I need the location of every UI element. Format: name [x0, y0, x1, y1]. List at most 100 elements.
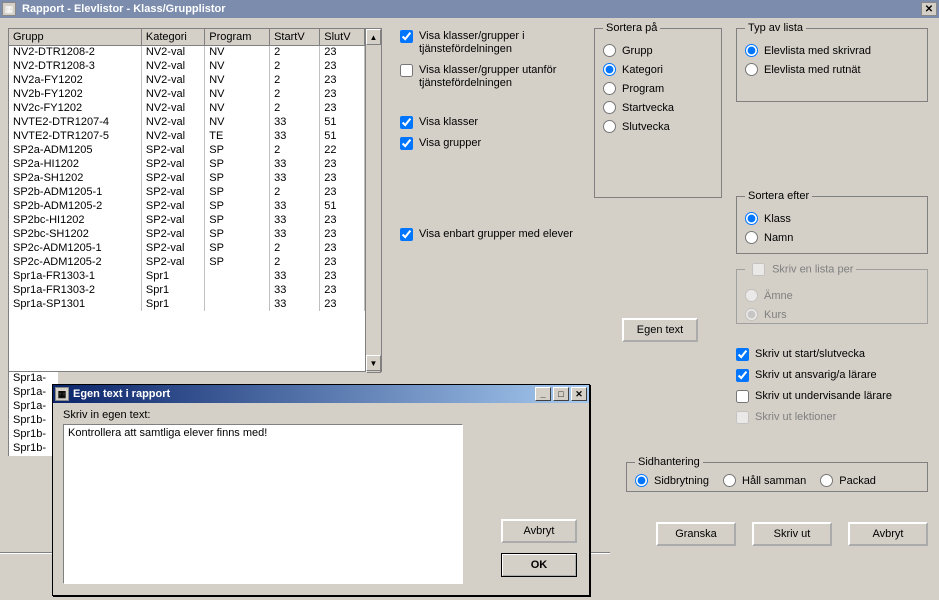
table-row[interactable]: NV2-DTR1208-2NV2-valNV223	[9, 45, 365, 59]
checkbox[interactable]	[400, 64, 413, 77]
table-row[interactable]: SP2a-SH1202SP2-valSP3323	[9, 171, 365, 185]
cell: TE	[205, 129, 270, 143]
radio[interactable]	[603, 120, 616, 133]
checkbox[interactable]	[736, 369, 749, 382]
table-row[interactable]: NVTE2-DTR1207-4NV2-valNV3351	[9, 115, 365, 129]
table-row[interactable]: SP2c-ADM1205-1SP2-valSP223	[9, 241, 365, 255]
checkbox[interactable]	[400, 228, 413, 241]
egen-text-button[interactable]: Egen text	[622, 318, 698, 342]
radio-option[interactable]: Slutvecka	[603, 120, 713, 133]
column-header[interactable]: StartV	[270, 29, 320, 45]
cell: NV	[205, 45, 270, 59]
radio-option[interactable]: Håll samman	[723, 474, 806, 487]
radio[interactable]	[745, 44, 758, 57]
table-row[interactable]: Spr1a-SP1301Spr13323	[9, 297, 365, 311]
cell: 2	[270, 241, 320, 255]
cell: 23	[320, 227, 365, 241]
radio[interactable]	[745, 289, 758, 302]
chk-visa-enbart[interactable]: Visa enbart grupper med elever	[400, 228, 640, 241]
radio[interactable]	[635, 474, 648, 487]
radio[interactable]	[723, 474, 736, 487]
checkbox[interactable]	[400, 30, 413, 43]
radio[interactable]	[603, 101, 616, 114]
radio-option[interactable]: Elevlista med rutnät	[745, 63, 919, 76]
group-grid[interactable]: GruppKategoriProgramStartVSlutV NV2-DTR1…	[8, 28, 382, 372]
maximize-icon[interactable]: □	[553, 387, 569, 401]
cell: NV2a-FY1202	[9, 73, 141, 87]
checkbox[interactable]	[736, 390, 749, 403]
radio-option[interactable]: Program	[603, 82, 713, 95]
cell: SP	[205, 171, 270, 185]
table-row[interactable]: NVTE2-DTR1207-5NV2-valTE3351	[9, 129, 365, 143]
dialog-cancel-button[interactable]: Avbryt	[501, 519, 577, 543]
radio[interactable]	[603, 44, 616, 57]
radio[interactable]	[745, 63, 758, 76]
chk-visa-i-tjanst[interactable]: Visa klasser/grupper i tjänstefördelning…	[400, 30, 600, 56]
skrivut-button[interactable]: Skriv ut	[752, 522, 832, 546]
minimize-icon[interactable]: _	[535, 387, 551, 401]
radio-option[interactable]: Packad	[820, 474, 876, 487]
group-sortera-pa: Sortera på GruppKategoriProgramStartveck…	[594, 22, 722, 198]
radio-option[interactable]: Namn	[745, 231, 919, 244]
table-row[interactable]: SP2b-ADM1205-1SP2-valSP223	[9, 185, 365, 199]
radio[interactable]	[820, 474, 833, 487]
label: Skriv ut start/slutvecka	[755, 348, 865, 361]
radio-option[interactable]: Startvecka	[603, 101, 713, 114]
scroll-up-icon[interactable]: ▲	[366, 29, 381, 45]
cell: Spr1a-FR1303-1	[9, 269, 141, 283]
column-header[interactable]: SlutV	[320, 29, 365, 45]
table-row[interactable]: SP2a-HI1202SP2-valSP3323	[9, 157, 365, 171]
grid-scrollbar[interactable]: ▲ ▼	[365, 29, 381, 371]
radio[interactable]	[745, 212, 758, 225]
table-row[interactable]: SP2b-ADM1205-2SP2-valSP3351	[9, 199, 365, 213]
chk-ansvarig[interactable]: Skriv ut ansvarig/a lärare	[736, 369, 936, 382]
label: Slutvecka	[622, 121, 670, 133]
table-row[interactable]: NV2-DTR1208-3NV2-valNV223	[9, 59, 365, 73]
avbryt-button[interactable]: Avbryt	[848, 522, 928, 546]
table-row[interactable]: Spr1a-FR1303-2Spr13323	[9, 283, 365, 297]
checkbox[interactable]	[400, 116, 413, 129]
column-header[interactable]: Kategori	[141, 29, 204, 45]
checkbox[interactable]	[736, 348, 749, 361]
chk-undervisande[interactable]: Skriv ut undervisande lärare	[736, 390, 936, 403]
table-row[interactable]: NV2c-FY1202NV2-valNV223	[9, 101, 365, 115]
table-row[interactable]: NV2a-FY1202NV2-valNV223	[9, 73, 365, 87]
chk-visa-utanfor[interactable]: Visa klasser/grupper utanför tjänsteförd…	[400, 64, 600, 90]
chk-start-slut[interactable]: Skriv ut start/slutvecka	[736, 348, 936, 361]
radio[interactable]	[745, 231, 758, 244]
table-row[interactable]: SP2bc-SH1202SP2-valSP3323	[9, 227, 365, 241]
checkbox[interactable]	[400, 137, 413, 150]
radio-option[interactable]: Kurs	[745, 308, 919, 321]
table-row[interactable]: Spr1a-FR1303-1Spr13323	[9, 269, 365, 283]
dialog-titlebar[interactable]: ▦ Egen text i rapport _ □ ✕	[53, 385, 589, 403]
radio-option[interactable]: Elevlista med skrivrad	[745, 44, 919, 57]
radio-option[interactable]: Kategori	[603, 63, 713, 76]
label: Sidbrytning	[654, 475, 709, 487]
dialog-ok-button[interactable]: OK	[501, 553, 577, 577]
scroll-down-icon[interactable]: ▼	[366, 355, 381, 371]
table-row[interactable]: SP2a-ADM1205SP2-valSP222	[9, 143, 365, 157]
table-row[interactable]: NV2b-FY1202NV2-valNV223	[9, 87, 365, 101]
close-icon[interactable]: ✕	[571, 387, 587, 401]
cell: SP2a-ADM1205	[9, 143, 141, 157]
egen-text-input[interactable]	[63, 424, 463, 584]
table-row[interactable]: SP2c-ADM1205-2SP2-valSP223	[9, 255, 365, 269]
cell: 23	[320, 87, 365, 101]
chk-visa-klasser[interactable]: Visa klasser	[400, 116, 600, 129]
column-header[interactable]: Program	[205, 29, 270, 45]
column-header[interactable]: Grupp	[9, 29, 141, 45]
chk-visa-grupper[interactable]: Visa grupper	[400, 137, 600, 150]
radio-option[interactable]: Grupp	[603, 44, 713, 57]
granska-button[interactable]: Granska	[656, 522, 736, 546]
radio-option[interactable]: Sidbrytning	[635, 474, 709, 487]
radio[interactable]	[745, 308, 758, 321]
radio-option[interactable]: Klass	[745, 212, 919, 225]
close-icon[interactable]: ✕	[921, 2, 937, 16]
label: Packad	[839, 475, 876, 487]
label: Visa grupper	[419, 137, 481, 150]
cell: SP	[205, 143, 270, 157]
radio[interactable]	[603, 82, 616, 95]
radio[interactable]	[603, 63, 616, 76]
table-row[interactable]: SP2bc-HI1202SP2-valSP3323	[9, 213, 365, 227]
radio-option[interactable]: Ämne	[745, 289, 919, 302]
